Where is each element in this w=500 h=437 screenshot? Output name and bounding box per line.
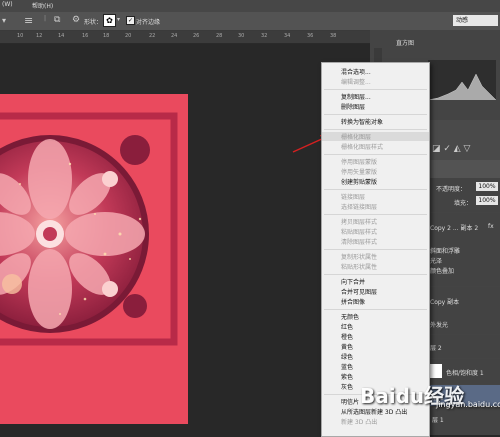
layer-effect[interactable]: 斜面和浮雕 <box>430 246 460 255</box>
menu-item: 选择链接图层 <box>341 204 378 211</box>
artwork <box>0 94 188 424</box>
fill-label: 填充： <box>454 200 473 207</box>
fill-input[interactable]: 100% <box>476 196 498 205</box>
menu-item[interactable]: 合并可见图层 <box>341 287 377 296</box>
bokeh-light <box>2 274 22 294</box>
menu-separator <box>324 89 427 90</box>
layer-name: 层 2 <box>430 345 442 352</box>
ruler-tick: 38 <box>330 33 337 39</box>
ornament-dot <box>102 281 118 297</box>
adjustment-icons[interactable]: ◪ ✓ ◭ ▽ <box>432 144 470 154</box>
ruler-tick: 32 <box>261 33 268 39</box>
menu-item: 停用图层蒙版 <box>341 159 378 166</box>
separator: | <box>44 15 47 22</box>
menu-item: 粘贴图层样式 <box>341 229 378 236</box>
layer-effect[interactable]: 光泽 <box>430 256 442 265</box>
menu-item[interactable]: 无颜色 <box>341 312 359 321</box>
menu-item[interactable]: 转换为智能对象 <box>341 117 383 126</box>
menu-item: 清除图层样式 <box>341 239 378 246</box>
histogram-title: 直方图 <box>396 40 415 47</box>
menu-separator <box>324 214 427 215</box>
menu-separator <box>324 309 427 310</box>
align-icon[interactable]: ≡ <box>24 14 33 27</box>
menu-item: 复制形状属性 <box>341 254 378 261</box>
ruler-tick: 12 <box>36 33 43 39</box>
menu-separator <box>324 274 427 275</box>
menu-item: 栅格化图层 <box>322 132 429 141</box>
layer-effect[interactable]: 外发光 <box>430 320 448 329</box>
layer-name: 色相/饱和度 1 <box>446 370 484 377</box>
menu-item[interactable]: 绿色 <box>341 352 353 361</box>
menu-item[interactable]: 蓝色 <box>341 362 353 371</box>
menu-view[interactable]: (W) <box>2 1 13 8</box>
menu-item: 新建 3D 凸出 <box>341 419 378 426</box>
menu-item: 停用矢量蒙版 <box>341 169 378 176</box>
chevron-down-icon[interactable]: ▾ <box>117 16 120 23</box>
baidu-watermark-url: jingyan.baidu.com <box>436 400 500 409</box>
shape-label: 形状： <box>84 19 103 26</box>
document-canvas[interactable] <box>0 44 370 435</box>
ruler-tick: 20 <box>125 33 132 39</box>
horizontal-ruler: 10 12 14 16 18 20 22 24 26 28 30 32 34 3… <box>0 31 370 44</box>
ruler-tick: 34 <box>284 33 291 39</box>
layer-name: 层 1 <box>432 417 444 424</box>
ruler-tick: 24 <box>171 33 178 39</box>
gear-icon[interactable]: ⚙ <box>72 15 80 25</box>
menu-item: 栅格化图层样式 <box>341 144 384 151</box>
menu-item[interactable]: 明信片 <box>341 397 359 406</box>
workspace-select[interactable]: 动感 <box>453 15 498 26</box>
ruler-tick: 30 <box>238 33 245 39</box>
layer-name: Copy 2 ... 副本 2 <box>430 225 479 232</box>
corner-circle <box>120 135 150 165</box>
menu-item: 链接图层 <box>341 194 366 201</box>
menu-item[interactable]: 混合选项... <box>341 67 371 76</box>
menu-item: 编辑调整... <box>341 79 371 86</box>
opacity-label: 不透明度： <box>436 186 467 193</box>
menu-item[interactable]: 创建剪贴蒙版 <box>341 177 377 186</box>
menu-item: 拷贝图层样式 <box>341 219 378 226</box>
fx-icon[interactable]: fx <box>488 223 494 230</box>
layer-effect[interactable]: 颜色叠加 <box>430 266 454 275</box>
menu-separator <box>324 154 427 155</box>
ruler-tick: 36 <box>307 33 314 39</box>
menu-bar: (W) 帮助(H) <box>0 0 500 12</box>
ruler-tick: 16 <box>82 33 89 39</box>
layer-mask-thumbnail <box>430 364 442 378</box>
menu-item[interactable]: 橙色 <box>341 332 353 341</box>
ruler-tick: 22 <box>149 33 156 39</box>
menu-separator <box>324 114 427 115</box>
histogram-graph <box>428 60 496 100</box>
menu-item[interactable]: 红色 <box>341 322 353 331</box>
menu-item: 粘贴形状属性 <box>341 264 378 271</box>
options-bar: ▾ ≡ | ⧉ ⚙ 形状： ✿ ▾ ✓ 对齐边缘 动感 <box>0 12 500 31</box>
menu-item[interactable]: 拼合图像 <box>341 297 365 306</box>
ruler-tick: 28 <box>216 33 223 39</box>
menu-separator <box>324 129 427 130</box>
opacity-input[interactable]: 100% <box>476 182 498 191</box>
tool-arrow-icon[interactable]: ▾ <box>2 16 6 25</box>
shape-picker-icon[interactable]: ✿ <box>103 14 116 27</box>
menu-separator <box>324 249 427 250</box>
layer-name: Copy 副本 <box>430 299 460 306</box>
align-edges-label: 对齐边缘 <box>136 19 161 26</box>
menu-item[interactable]: 灰色 <box>341 382 353 391</box>
align-edges-checkbox[interactable]: ✓ <box>126 16 135 25</box>
ruler-tick: 14 <box>58 33 65 39</box>
corner-circle <box>123 294 147 318</box>
menu-item[interactable]: 紫色 <box>341 372 353 381</box>
menu-item[interactable]: 向下合并 <box>341 277 365 286</box>
ruler-tick: 10 <box>17 33 24 39</box>
flower-center-dot <box>43 227 57 241</box>
menu-item[interactable]: 删除图层 <box>341 102 365 111</box>
ruler-tick: 18 <box>103 33 110 39</box>
menu-help[interactable]: 帮助(H) <box>32 1 53 10</box>
stack-icon[interactable]: ⧉ <box>54 15 60 25</box>
menu-separator <box>324 189 427 190</box>
menu-item[interactable]: 黄色 <box>341 342 353 351</box>
ruler-tick: 26 <box>193 33 200 39</box>
ornament-dot <box>102 171 118 187</box>
menu-item[interactable]: 复制图层... <box>341 92 371 101</box>
